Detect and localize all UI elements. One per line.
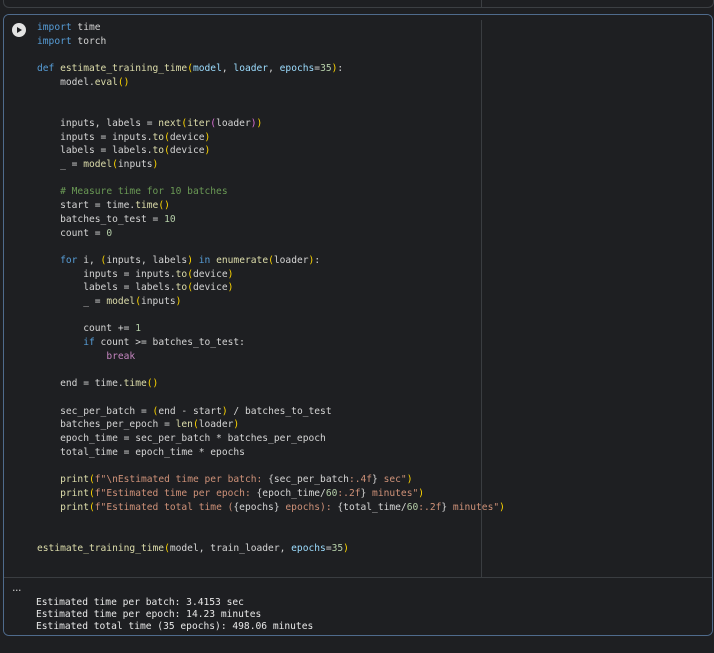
code-editor[interactable]: import time import torch def estimate_tr… <box>4 15 712 577</box>
run-cell-button[interactable] <box>12 23 26 37</box>
cell-output: ... Estimated time per batch: 3.4153 sec… <box>4 577 712 635</box>
output-text: Estimated time per batch: 3.4153 sec Est… <box>36 597 313 634</box>
output-line-total: Estimated total time (35 epochs): 498.06… <box>36 621 314 633</box>
previous-cell-divider <box>481 0 482 7</box>
output-menu-button[interactable]: ... <box>12 582 22 593</box>
output-line-batch: Estimated time per batch: 3.4153 sec <box>36 597 244 608</box>
code-cell[interactable]: import time import torch def estimate_tr… <box>3 14 713 636</box>
previous-cell-bottom <box>3 0 714 8</box>
output-line-epoch: Estimated time per epoch: 14.23 minutes <box>36 609 262 621</box>
code-text[interactable]: import time import torch def estimate_tr… <box>37 21 505 555</box>
play-icon <box>17 27 22 33</box>
